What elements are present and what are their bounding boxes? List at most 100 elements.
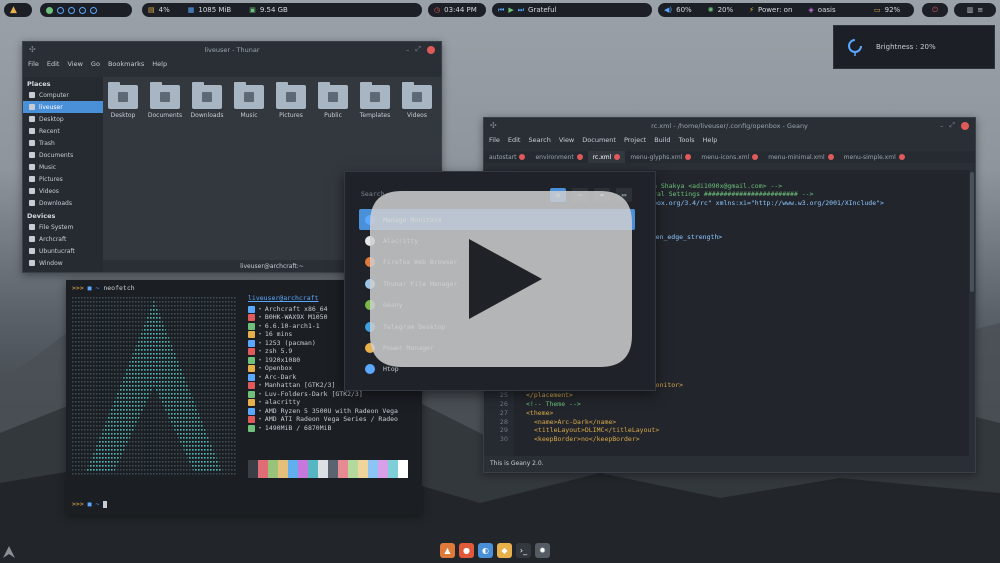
geany-menu-item[interactable]: Tools <box>679 136 695 144</box>
tab-menu-simple-xml[interactable]: menu-simple.xml <box>839 151 910 163</box>
tab-menu-minimal-xml[interactable]: menu-minimal.xml <box>763 151 838 163</box>
geany-menu-item[interactable]: View <box>559 136 574 144</box>
tab-rc-xml[interactable]: rc.xml <box>587 151 626 163</box>
close-icon[interactable] <box>427 45 435 54</box>
workspace-1-icon[interactable] <box>46 6 53 14</box>
sidebar-item[interactable]: Pictures <box>23 173 103 185</box>
prev-track-icon[interactable]: ⏮ <box>498 6 504 15</box>
workspace-5-icon[interactable] <box>90 6 97 14</box>
thunar-icon[interactable]: ◐ <box>478 543 493 558</box>
tab-environment[interactable]: environment <box>530 151 587 163</box>
geany-menu-item[interactable]: Document <box>582 136 616 144</box>
geany-titlebar[interactable]: ✣ rc.xml - /home/liveuser/.config/openbo… <box>484 118 975 134</box>
neofetch-row-icon <box>248 399 255 406</box>
code-line: <keepBorder>no</keepBorder> <box>534 435 640 443</box>
workspace-2-icon[interactable] <box>57 6 64 14</box>
folder-item[interactable]: Pictures <box>275 82 307 119</box>
settings-icon[interactable]: ✹ <box>535 543 550 558</box>
firefox-icon[interactable]: ● <box>459 543 474 558</box>
thunar-titlebar[interactable]: ✣ liveuser - Thunar – ⤢ <box>23 42 441 58</box>
trash-icon[interactable]: ▥ <box>967 6 974 14</box>
video-play-overlay-icon[interactable] <box>366 187 636 371</box>
sidebar-item[interactable]: Recent <box>23 125 103 137</box>
geany-menu-item[interactable]: Project <box>624 136 646 144</box>
geany-status-text: This is Geany 2.0. <box>490 460 544 467</box>
geany-menu-item[interactable]: Edit <box>508 136 521 144</box>
tab-close-icon[interactable] <box>898 154 905 160</box>
folder-item[interactable]: Public <box>317 82 349 119</box>
thunar-menu-item[interactable]: Edit <box>47 60 60 68</box>
geany-icon[interactable]: ◆ <box>497 543 512 558</box>
tab-menu-glyphs-xml[interactable]: menu-glyphs.xml <box>625 151 696 163</box>
folder-item[interactable]: Templates <box>359 82 391 119</box>
tab-close-icon[interactable] <box>752 154 759 160</box>
editor-scrollbar[interactable] <box>969 170 975 456</box>
sidebar-item[interactable]: Archcraft <box>23 233 103 245</box>
minimize-icon[interactable]: – <box>406 46 410 54</box>
archcraft-icon[interactable]: ▲ <box>440 543 455 558</box>
network-name: oasis <box>817 6 836 14</box>
folder-item[interactable]: Videos <box>401 82 433 119</box>
wifi-icon[interactable]: ◈ <box>808 6 813 14</box>
neofetch-row-icon <box>248 331 255 338</box>
sidebar-item[interactable]: Ubuntucraft <box>23 245 103 257</box>
sidebar-item[interactable]: Music <box>23 161 103 173</box>
window-menu-icon[interactable]: ✣ <box>29 45 36 54</box>
folder-icon <box>360 82 390 109</box>
tab-close-icon[interactable] <box>576 154 583 160</box>
archcraft-menu-button[interactable]: ▲ <box>4 3 32 17</box>
tab-close-icon[interactable] <box>519 154 526 160</box>
tab-close-icon[interactable] <box>614 154 621 160</box>
sidebar-item[interactable]: liveuser <box>23 101 103 113</box>
power-menu-button[interactable]: ⏻ <box>922 3 948 17</box>
archcraft-corner-icon[interactable] <box>2 545 16 559</box>
volume-icon[interactable]: ◀) <box>664 6 672 14</box>
geany-menu-item[interactable]: Search <box>528 136 550 144</box>
thunar-menu-item[interactable]: View <box>67 60 82 68</box>
thunar-menu-item[interactable]: Bookmarks <box>108 60 144 68</box>
next-track-icon[interactable]: ⏭ <box>518 6 524 15</box>
close-icon[interactable] <box>961 121 969 130</box>
code-line: <titleLayout>DLIMC</titleLayout> <box>534 426 660 434</box>
workspace-4-icon[interactable] <box>79 6 86 14</box>
clock[interactable]: ◷ 03:44 PM <box>428 3 486 17</box>
folder-item[interactable]: Documents <box>148 82 182 119</box>
terminal-icon[interactable]: ›_ <box>516 543 531 558</box>
sidebar-item[interactable]: Documents <box>23 149 103 161</box>
geany-menu-item[interactable]: File <box>489 136 500 144</box>
sidebar-item[interactable]: Desktop <box>23 113 103 125</box>
sidebar-item[interactable]: File System <box>23 221 103 233</box>
minimize-icon[interactable]: – <box>940 122 944 130</box>
geany-menu-item[interactable]: Build <box>654 136 670 144</box>
thunar-menu-item[interactable]: Help <box>152 60 167 68</box>
neofetch-bullet: • <box>258 321 262 330</box>
workspace-3-icon[interactable] <box>68 6 75 14</box>
line-number: 30 <box>499 435 508 443</box>
tab-close-icon[interactable] <box>827 154 834 160</box>
folder-item[interactable]: Desktop <box>107 82 139 119</box>
maximize-icon[interactable]: ⤢ <box>949 121 955 130</box>
menu-icon[interactable]: ≡ <box>977 6 983 14</box>
color-swatch <box>368 460 378 478</box>
system-stats: ▤ 4% ▦ 1085 MiB ▣ 9.54 GB <box>142 3 422 17</box>
thunar-menu-item[interactable]: File <box>28 60 39 68</box>
folder-icon-2: ■ <box>87 500 92 508</box>
workspace-switcher[interactable] <box>40 3 132 17</box>
geany-menu-item[interactable]: Help <box>703 136 718 144</box>
sidebar-item[interactable]: Window <box>23 257 103 269</box>
thunar-menu-item[interactable]: Go <box>91 60 100 68</box>
tab-close-icon[interactable] <box>685 154 692 160</box>
sidebar-item[interactable]: Trash <box>23 137 103 149</box>
tab-menu-icons-xml[interactable]: menu-icons.xml <box>696 151 763 163</box>
folder-icon <box>192 82 222 109</box>
neofetch-value: B0HK-WAX9X M1050 <box>264 313 328 321</box>
folder-item[interactable]: Music <box>233 82 265 119</box>
sidebar-item[interactable]: Downloads <box>23 197 103 209</box>
sidebar-item[interactable]: Computer <box>23 89 103 101</box>
window-menu-icon[interactable]: ✣ <box>490 121 497 130</box>
play-pause-icon[interactable]: ▶ <box>508 6 513 14</box>
tab-autostart[interactable]: autostart <box>484 151 530 163</box>
maximize-icon[interactable]: ⤢ <box>415 45 421 54</box>
sidebar-item[interactable]: Videos <box>23 185 103 197</box>
folder-item[interactable]: Downloads <box>191 82 223 119</box>
